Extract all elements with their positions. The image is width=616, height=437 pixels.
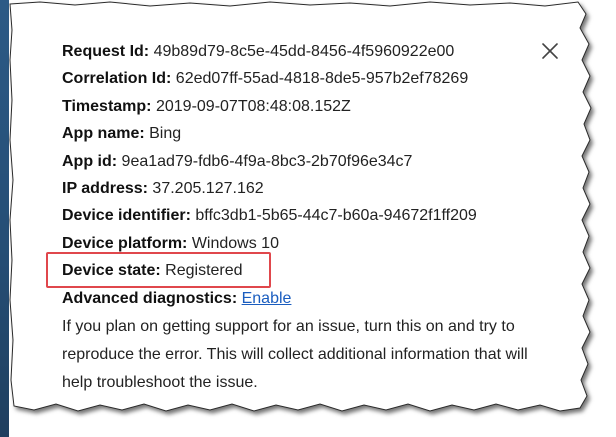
- request-id-value: 49b89d79-8c5e-45dd-8456-4f5960922e00: [153, 43, 455, 60]
- device-identifier-value: bffc3db1-5b65-44c7-b60a-94672f1ff209: [195, 207, 477, 225]
- device-state-row: Device state: Registered: [62, 257, 582, 284]
- device-state-label: Device state:: [62, 262, 161, 280]
- close-icon: [542, 43, 558, 59]
- app-name-label: App name:: [62, 125, 145, 143]
- timestamp-row: Timestamp: 2019-09-07T08:48:08.152Z: [62, 93, 582, 120]
- app-id-row: App id: 9ea1ad79-fdb6-4f9a-8bc3-2b70f96e…: [62, 148, 582, 175]
- app-id-label: App id:: [62, 152, 118, 170]
- device-state-value: Registered: [165, 262, 243, 280]
- ip-address-row: IP address: 37.205.127.162: [62, 175, 582, 202]
- correlation-id-row: Correlation Id: 62ed07ff-55ad-4818-8de5-…: [62, 65, 582, 92]
- screenshot-stage: Request Id: 49b89d79-8c5e-45dd-8456-4f59…: [0, 0, 616, 437]
- device-platform-label: Device platform:: [62, 234, 188, 252]
- diagnostics-description: If you plan on getting support for an is…: [62, 318, 528, 392]
- device-identifier-label: Device identifier:: [62, 207, 191, 225]
- close-button[interactable]: [539, 40, 561, 62]
- error-details-panel: Request Id: 49b89d79-8c5e-45dd-8456-4f59…: [62, 38, 582, 397]
- correlation-id-value: 62ed07ff-55ad-4818-8de5-957b2ef78269: [175, 70, 469, 88]
- device-identifier-row: Device identifier: bffc3db1-5b65-44c7-b6…: [62, 202, 582, 229]
- device-platform-row: Device platform: Windows 10: [62, 230, 582, 257]
- advanced-diagnostics-label: Advanced diagnostics:: [62, 289, 238, 307]
- timestamp-label: Timestamp:: [62, 97, 152, 115]
- enable-diagnostics-link[interactable]: Enable: [242, 290, 292, 307]
- request-id-row: Request Id: 49b89d79-8c5e-45dd-8456-4f59…: [62, 38, 582, 65]
- timestamp-value: 2019-09-07T08:48:08.152Z: [155, 97, 351, 115]
- advanced-diagnostics-row: Advanced diagnostics: Enable: [62, 285, 582, 312]
- app-name-value: Bing: [149, 125, 182, 143]
- correlation-id-label: Correlation Id:: [62, 70, 172, 88]
- device-platform-value: Windows 10: [191, 234, 279, 252]
- request-id-label: Request Id:: [62, 43, 150, 60]
- app-id-value: 9ea1ad79-fdb6-4f9a-8bc3-2b70f96e34c7: [121, 152, 413, 170]
- ip-address-label: IP address:: [62, 180, 148, 198]
- ip-address-value: 37.205.127.162: [152, 180, 264, 198]
- app-name-row: App name: Bing: [62, 120, 582, 147]
- background-window-edge: [0, 0, 9, 437]
